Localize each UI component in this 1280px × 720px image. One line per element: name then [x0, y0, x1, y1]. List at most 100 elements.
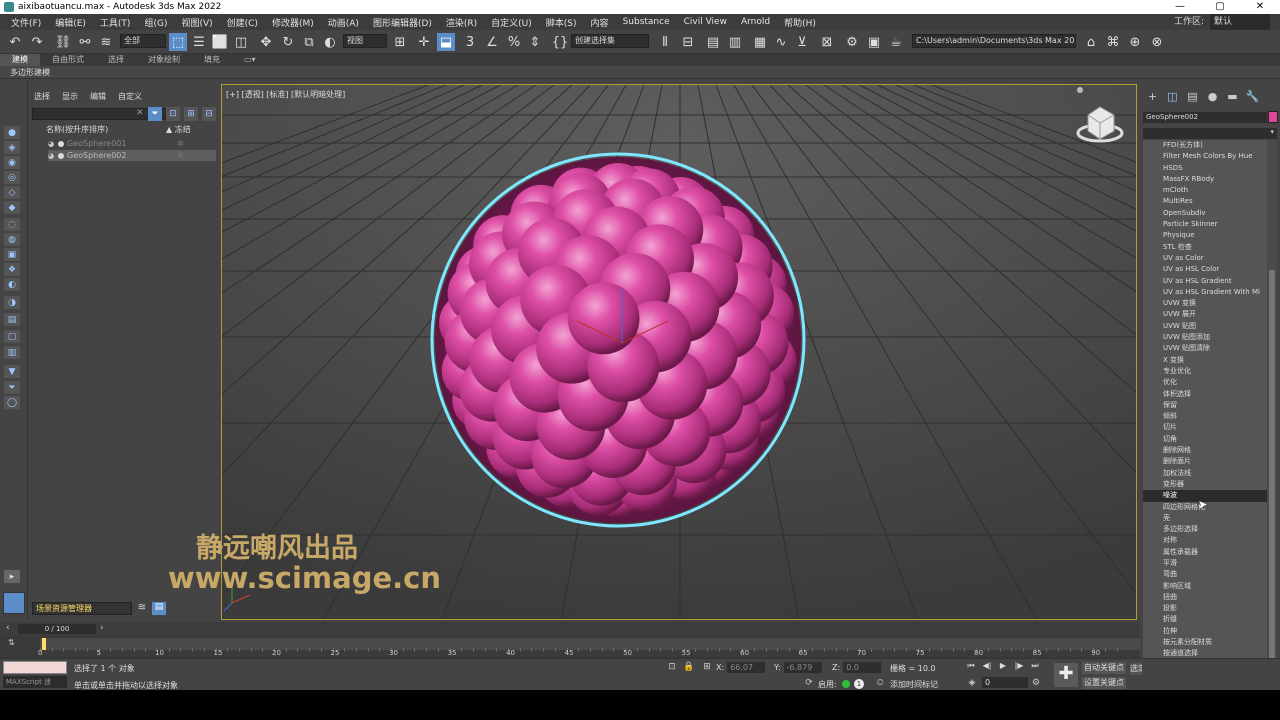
modifier-list-item[interactable]: 按元素分配材质 — [1143, 637, 1267, 648]
modifier-list-item[interactable]: UV as HSL Color — [1143, 264, 1267, 275]
maximize-button[interactable]: ▢ — [1200, 0, 1240, 14]
curve-editor-icon[interactable]: ∿ — [772, 33, 790, 51]
play-icon[interactable]: ▶ — [997, 661, 1009, 671]
modifier-list-item[interactable]: X 变换 — [1143, 355, 1267, 366]
undo-icon[interactable]: ↶ — [6, 33, 24, 51]
angle-snap-icon[interactable]: ∠ — [483, 33, 501, 51]
select-icon[interactable]: ● — [4, 126, 20, 139]
snap-toggle-icon[interactable]: 3 — [461, 33, 479, 51]
menu-rendering[interactable]: 渲染(R) — [439, 16, 484, 29]
modifier-list-item[interactable]: 壳 — [1143, 513, 1267, 524]
geometry-icon[interactable]: ▣ — [4, 248, 20, 261]
render-production-icon[interactable]: ☕ — [887, 33, 905, 51]
material-editor-icon[interactable]: ⊠ — [818, 33, 836, 51]
align-icon[interactable]: ⊟ — [679, 33, 697, 51]
modifier-list-item[interactable]: 投影 — [1143, 603, 1267, 614]
layer-explorer-icon[interactable]: ▥ — [726, 33, 744, 51]
modifier-list-item[interactable]: 加权法线 — [1143, 468, 1267, 479]
modifier-list-item[interactable]: 体积选择 — [1143, 389, 1267, 400]
menu-customize[interactable]: 自定义(U) — [484, 16, 539, 29]
modifier-list-item[interactable]: 专业优化 — [1143, 366, 1267, 377]
x-field[interactable]: 66.07 — [727, 662, 766, 673]
menu-edit[interactable]: 编辑(E) — [48, 16, 93, 29]
explorer-menu-display[interactable]: 显示 — [56, 91, 84, 102]
next-frame-icon[interactable]: › — [100, 623, 104, 633]
y-field[interactable]: -6.879 — [783, 662, 822, 673]
select-object-icon[interactable]: ⬚ — [169, 33, 187, 51]
render-setup-icon[interactable]: ⚙ — [843, 33, 861, 51]
display-tab-icon[interactable]: ▬ — [1224, 90, 1241, 104]
tab-populate[interactable]: 填充 — [192, 54, 232, 66]
spacewarp-icon[interactable]: ◆ — [4, 201, 20, 214]
perspective-viewport[interactable]: [+] [透视] [标准] [默认明暗处理] — [221, 84, 1137, 620]
add-time-tag[interactable]: 添加时间标记 — [890, 679, 938, 690]
bone-icon[interactable]: ◌ — [4, 218, 20, 231]
container-icon[interactable]: ▢ — [4, 330, 20, 343]
freeze-icon[interactable]: ✲ — [177, 139, 184, 148]
menu-scripting[interactable]: 脚本(S) — [539, 16, 584, 29]
unlink-icon[interactable]: ⚯ — [76, 33, 94, 51]
schematic-view-icon[interactable]: ⊻ — [793, 33, 811, 51]
explorer-dock-icon[interactable] — [3, 592, 25, 614]
enable-indicator[interactable] — [842, 680, 850, 688]
scene-icon[interactable]: ▤ — [152, 602, 166, 615]
explorer-menu-select[interactable]: 选择 — [28, 91, 56, 102]
select-manipulate-icon[interactable]: ✛ — [415, 33, 433, 51]
rotate-icon[interactable]: ↻ — [279, 33, 297, 51]
window-crossing-icon[interactable]: ◫ — [232, 33, 250, 51]
project-open-icon[interactable]: ⌘ — [1104, 33, 1122, 51]
redo-icon[interactable]: ↷ — [28, 33, 46, 51]
track-bar[interactable]: ⇅ 0 5 10 15 20 25 30 35 40 45 50 55 60 65 70 75 80 85 90 — [0, 636, 1140, 658]
named-selection-dropdown[interactable]: 创建选择集 — [571, 34, 649, 48]
menu-content[interactable]: 内容 — [584, 16, 616, 29]
modifier-list-item[interactable]: 变形器 — [1143, 479, 1267, 490]
modifier-list-item[interactable]: 删除面片 — [1143, 456, 1267, 467]
visibility-icon[interactable]: ◕ — [48, 140, 56, 148]
tab-object-paint[interactable]: 对象绘制 — [136, 54, 192, 66]
prev-frame-icon[interactable]: ‹ — [6, 623, 10, 633]
modify-tab-icon[interactable]: ◫ — [1164, 90, 1181, 104]
modifier-list-item[interactable]: 切片 — [1143, 422, 1267, 433]
time-tag-icon[interactable]: ⏲ — [874, 677, 886, 689]
modifier-list-item[interactable]: 删除网格 — [1143, 445, 1267, 456]
menu-civil-view[interactable]: Civil View — [677, 17, 734, 27]
modifier-list-item[interactable]: MultiRes — [1143, 196, 1267, 207]
layers-icon[interactable]: ≋ — [135, 602, 149, 615]
bind-space-warp-icon[interactable]: ≋ — [97, 33, 115, 51]
go-to-start-icon[interactable]: ⏮ — [965, 661, 977, 671]
modifier-list-item[interactable]: 多边形选择 — [1143, 524, 1267, 535]
close-button[interactable]: ✕ — [1240, 0, 1280, 14]
next-frame-icon[interactable]: |▶ — [1013, 661, 1025, 671]
select-by-name-icon[interactable]: ☰ — [190, 33, 208, 51]
modifier-list-item[interactable]: UVW 展开 — [1143, 309, 1267, 320]
maxscript-listener[interactable] — [3, 661, 67, 674]
group-icon[interactable]: ◐ — [4, 278, 20, 291]
time-slider[interactable]: 0 / 100 — [18, 624, 96, 634]
modifier-list-item[interactable]: 弯曲 — [1143, 569, 1267, 580]
menu-animation[interactable]: 动画(A) — [321, 16, 366, 29]
modifier-list-item[interactable]: mCloth — [1143, 185, 1267, 196]
column-frozen-header[interactable]: ▲ 冻结 — [166, 124, 191, 136]
modifier-list-item[interactable]: 折缝 — [1143, 614, 1267, 625]
auto-key-button[interactable]: 自动关键点 — [1082, 662, 1126, 674]
place-icon[interactable]: ◐ — [321, 33, 339, 51]
modifier-list-item[interactable]: 切角 — [1143, 434, 1267, 445]
set-key-button[interactable]: 设置关键点 — [1082, 677, 1126, 689]
modifier-list-item[interactable]: MassFX RBody — [1143, 174, 1267, 185]
modifier-list-item[interactable]: UVW 变换 — [1143, 298, 1267, 309]
light-icon[interactable]: ◉ — [4, 156, 20, 169]
previous-frame-icon[interactable]: ◀| — [981, 661, 993, 671]
utilities-tab-icon[interactable]: 🔧 — [1244, 90, 1261, 104]
modifier-list-item[interactable]: Physique — [1143, 230, 1267, 241]
menu-help[interactable]: 帮助(H) — [777, 16, 823, 29]
display-icon[interactable]: ◈ — [4, 141, 20, 154]
info-icon[interactable]: 1 — [854, 679, 864, 689]
shape-icon[interactable]: ◍ — [4, 233, 20, 246]
project-settings-icon[interactable]: ⊗ — [1148, 33, 1166, 51]
selection-lock-icon[interactable]: 🔒 — [683, 661, 695, 673]
mirror-icon[interactable]: ⫴ — [656, 33, 674, 51]
rect-selection-icon[interactable]: ⬜ — [211, 33, 229, 51]
ribbon-options-icon[interactable]: ▭▾ — [232, 54, 268, 66]
modifier-list-item[interactable]: UVW 贴图 — [1143, 321, 1267, 332]
explorer-menu-edit[interactable]: 编辑 — [84, 91, 112, 102]
